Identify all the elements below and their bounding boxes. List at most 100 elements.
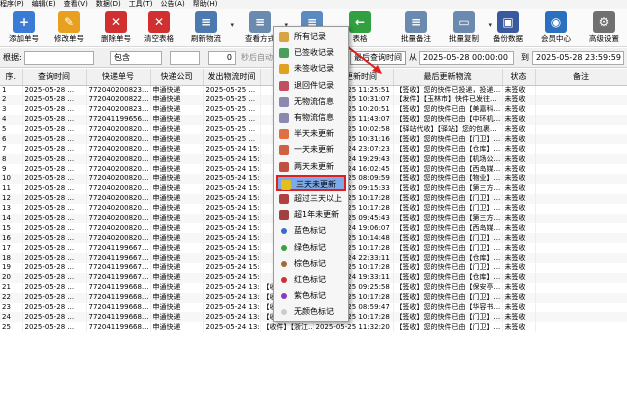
toolbar-button-10[interactable]: ▣ 备份数据 bbox=[484, 9, 532, 47]
toolbar-button-label: 备份数据 bbox=[493, 34, 523, 43]
to-label: 到 bbox=[521, 53, 529, 62]
blue-mark-icon bbox=[281, 228, 287, 235]
menu-item-over-three-day[interactable]: 超过三天以上 bbox=[276, 191, 346, 207]
toolbar-button-11[interactable]: ◉ 会员中心 bbox=[532, 9, 580, 47]
table-cell bbox=[535, 164, 627, 175]
menu-item-label: 一天未更新 bbox=[294, 145, 334, 155]
table-cell: 未签收 bbox=[502, 213, 536, 224]
table-cell: 2025-05-24 15:... bbox=[203, 243, 261, 254]
table-cell: 14 bbox=[0, 213, 23, 224]
menu-item-signed-records[interactable]: 已签收记录 bbox=[276, 45, 346, 61]
filter-by-label: 根据: bbox=[3, 53, 22, 62]
toolbar-button-12[interactable]: ⚙ 高级设置 bbox=[580, 9, 627, 47]
menu-item-blue-mark[interactable]: 蓝色标记 bbox=[276, 223, 346, 239]
table-cell: 2025-05-28 ... bbox=[22, 292, 87, 303]
toolbar-button-8[interactable]: ≡ 批量备注 bbox=[392, 9, 440, 47]
table-cell: 8 bbox=[0, 154, 23, 165]
menu-item-all-records[interactable]: 所有记录 bbox=[276, 29, 346, 45]
menu-item-three-day[interactable]: 三天未更新 bbox=[276, 174, 346, 191]
table-cell: 申通快递 bbox=[150, 154, 204, 165]
toolbar-button-1[interactable]: ✎ 修改单号 bbox=[45, 9, 93, 47]
column-header-4[interactable]: 发出物流时间 bbox=[203, 69, 261, 86]
column-header-3[interactable]: 快递公司 bbox=[150, 69, 204, 86]
toolbar-button-0[interactable]: + 添加单号 bbox=[0, 9, 48, 47]
auto-refresh-label: 秒后自动 bbox=[241, 53, 273, 62]
table-cell: 未签收 bbox=[502, 312, 536, 323]
table-cell: 申通快递 bbox=[150, 124, 204, 135]
column-header-2[interactable]: 快递单号 bbox=[86, 69, 151, 86]
from-datetime-input[interactable]: 2025-05-28 00:00:00 bbox=[419, 51, 514, 65]
menu-item-half-day[interactable]: 半天未更新 bbox=[276, 126, 346, 142]
table-cell: 2025-05-24 13:36:19 bbox=[203, 322, 261, 333]
table-cell: 2025-05-24 15:... bbox=[203, 203, 261, 214]
toolbar-button-label: 添加单号 bbox=[9, 34, 39, 43]
menu-item-no-color-mark[interactable]: 无颜色标记 bbox=[276, 304, 346, 320]
table-cell: 16 bbox=[0, 233, 23, 244]
menu-item-0[interactable]: 程序(P) bbox=[0, 0, 24, 8]
backup-icon: ▣ bbox=[497, 11, 519, 33]
table-row[interactable]: 25 2025-05-28 ... 772041199668... 申通快递 2025-… bbox=[0, 322, 627, 333]
filter-value-input[interactable] bbox=[170, 51, 200, 65]
menu-item-purple-mark[interactable]: 紫色标记 bbox=[276, 288, 346, 304]
table-cell: 2 bbox=[0, 94, 23, 105]
clear-table-icon: ✕ bbox=[148, 11, 170, 33]
menu-item-2[interactable]: 查看(V) bbox=[64, 0, 88, 8]
table-cell: 2025-05-24 13:36:19 bbox=[203, 312, 261, 323]
table-cell: 2025-05-25 ... bbox=[203, 134, 261, 145]
table-cell bbox=[535, 193, 627, 204]
table-cell: 申通快递 bbox=[150, 134, 204, 145]
menu-item-4[interactable]: 工具(T) bbox=[129, 0, 153, 8]
no-color-mark-icon bbox=[281, 309, 287, 316]
table-cell: 772040200820... bbox=[86, 164, 151, 175]
table-cell: 18 bbox=[0, 253, 23, 264]
column-header-8[interactable]: 状态 bbox=[502, 69, 536, 86]
table-cell: 13 bbox=[0, 203, 23, 214]
column-header-0[interactable]: 序. bbox=[0, 69, 23, 86]
table-cell: 未签收 bbox=[502, 85, 536, 95]
table-cell: 申通快递 bbox=[150, 233, 204, 244]
table-export-icon: ← bbox=[349, 11, 371, 33]
toolbar-button-2[interactable]: ✕ 删除单号 bbox=[92, 9, 140, 47]
table-cell: 7 bbox=[0, 144, 23, 155]
menu-item-5[interactable]: 公告(A) bbox=[160, 0, 184, 8]
table-cell: 【签收】您的快件已由【西岛媒... bbox=[393, 164, 503, 175]
over-three-day-icon bbox=[279, 194, 289, 204]
menu-item-no-logistics[interactable]: 无物流信息 bbox=[276, 94, 346, 110]
menu-item-label: 超过三天以上 bbox=[294, 194, 342, 203]
toolbar-button-4[interactable]: ≡ 刷新物流 ▾ bbox=[182, 9, 234, 47]
column-header-1[interactable]: 查询时间 bbox=[22, 69, 87, 86]
table-cell: 2025-05-28 ... bbox=[22, 302, 87, 313]
menu-item-red-mark[interactable]: 红色标记 bbox=[276, 272, 346, 288]
dropdown-arrow-icon[interactable]: ▾ bbox=[230, 21, 234, 29]
menu-item-has-logistics[interactable]: 有物流信息 bbox=[276, 110, 346, 126]
filter-operator-select[interactable]: 包含 bbox=[110, 51, 162, 65]
toolbar-button-label: 会员中心 bbox=[541, 34, 571, 43]
menu-item-one-day[interactable]: 一天未更新 bbox=[276, 142, 346, 158]
to-datetime-input[interactable]: 2025-05-28 23:59:59 bbox=[532, 51, 624, 65]
menu-item-two-day[interactable]: 两天未更新 bbox=[276, 159, 346, 175]
table-cell: 772041199667... bbox=[86, 253, 151, 264]
column-header-9[interactable]: 备注 bbox=[535, 69, 627, 86]
filter-field-select[interactable] bbox=[24, 51, 94, 65]
toolbar-button-label: 清空表格 bbox=[144, 34, 174, 43]
table-cell: 【签收】您的快件已由【门卫】... bbox=[393, 134, 503, 145]
table-cell: 772041199667... bbox=[86, 243, 151, 254]
table-cell: 2025-05-24 15:... bbox=[203, 272, 261, 283]
menu-item-over-one-year[interactable]: 超1年未更新 bbox=[276, 207, 346, 223]
table-cell: 【驿站代收】【驿站】您的包裹... bbox=[393, 124, 503, 135]
two-day-icon bbox=[279, 161, 289, 172]
menu-item-green-mark[interactable]: 绿色标记 bbox=[276, 240, 346, 256]
menu-item-brown-mark[interactable]: 棕色标记 bbox=[276, 256, 346, 272]
table-cell: 772040200822... bbox=[86, 94, 151, 105]
toolbar-button-3[interactable]: ✕ 清空表格 bbox=[135, 9, 183, 47]
table-cell: 【签收】您的快件已由【门卫】... bbox=[393, 263, 503, 273]
table-cell: 5 bbox=[0, 124, 23, 135]
menu-item-6[interactable]: 帮助(H) bbox=[193, 0, 218, 8]
menu-item-unsigned-records[interactable]: 未签收记录 bbox=[276, 61, 346, 77]
menu-item-3[interactable]: 数据(D) bbox=[96, 0, 121, 8]
menu-item-1[interactable]: 编辑(E) bbox=[32, 0, 56, 8]
toolbar-button-9[interactable]: ▭ 批量复制 ▾ bbox=[440, 9, 492, 47]
auto-refresh-seconds-input[interactable]: 0 bbox=[208, 51, 236, 65]
menu-item-returned-records[interactable]: 退回件记录 bbox=[276, 78, 346, 94]
column-header-7[interactable]: 最后更新物流 bbox=[393, 69, 503, 86]
